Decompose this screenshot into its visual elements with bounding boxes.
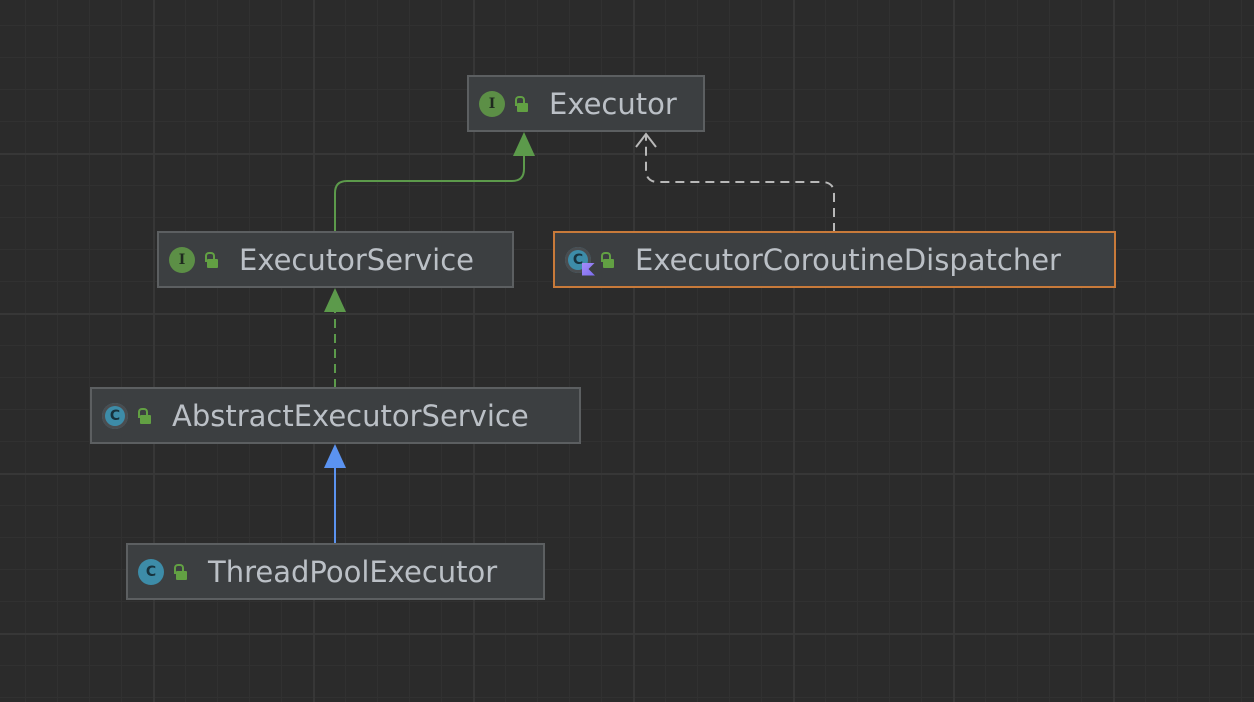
node-label: Executor <box>549 86 677 121</box>
kotlin-badge-icon <box>582 262 595 276</box>
node-label: ExecutorCoroutineDispatcher <box>635 242 1061 277</box>
node-executor[interactable]: I Executor <box>467 75 705 132</box>
public-access-lock-icon <box>174 562 188 582</box>
abstract-class-icon: C <box>102 402 128 429</box>
edge-dispatcher-depends-on-executor <box>635 132 835 232</box>
kotlin-abstract-class-icon: C <box>565 246 595 276</box>
public-access-lock-icon <box>138 406 152 426</box>
node-label: ExecutorService <box>239 242 474 277</box>
public-access-lock-icon <box>205 250 219 270</box>
interface-icon: I <box>169 246 195 273</box>
node-executor-service[interactable]: I ExecutorService <box>157 231 514 288</box>
node-abstract-executor-service[interactable]: C AbstractExecutorService <box>90 387 581 444</box>
interface-icon: I <box>479 90 505 117</box>
edge-executorservice-extends-executor <box>334 132 535 232</box>
public-access-lock-icon <box>515 94 529 114</box>
edge-threadpoolexecutor-extends-abstractexecutorservice <box>324 444 346 544</box>
class-icon: C <box>138 558 164 585</box>
public-access-lock-icon <box>601 250 615 270</box>
node-label: ThreadPoolExecutor <box>208 554 498 589</box>
node-thread-pool-executor[interactable]: C ThreadPoolExecutor <box>126 543 545 600</box>
edge-abstractexecutorservice-implements-executorservice <box>324 288 346 388</box>
node-executor-coroutine-dispatcher[interactable]: C ExecutorCoroutineDispatcher <box>553 231 1116 288</box>
node-label: AbstractExecutorService <box>172 398 529 433</box>
